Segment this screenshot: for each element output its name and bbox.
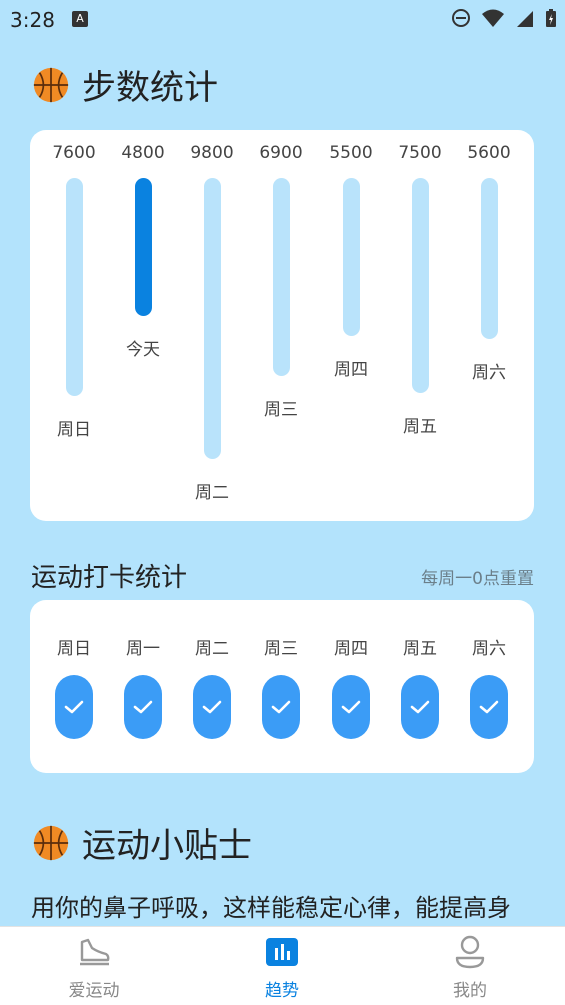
- checkin-done-badge[interactable]: [55, 675, 93, 739]
- steps-day-label: 周四: [334, 360, 368, 380]
- check-icon: [341, 700, 361, 714]
- checkin-done-badge[interactable]: [193, 675, 231, 739]
- checkin-reset-note: 每周一0点重置: [421, 569, 534, 589]
- steps-day-label: 今天: [126, 340, 160, 360]
- do-not-disturb-icon: [452, 9, 470, 27]
- check-icon: [410, 700, 430, 714]
- steps-day-label: 周六: [472, 363, 506, 383]
- wifi-icon: [482, 9, 504, 27]
- chart-icon: [266, 938, 298, 966]
- check-icon: [479, 700, 499, 714]
- steps-day-label: 周五: [403, 417, 437, 437]
- steps-value: 7600: [52, 143, 96, 163]
- checkin-done-badge[interactable]: [401, 675, 439, 739]
- status-time: 3:28: [10, 8, 55, 32]
- steps-bar: [273, 178, 290, 376]
- checkin-day-label: 周日: [57, 639, 91, 659]
- nav-label-sport: 爱运动: [68, 981, 120, 1001]
- checkin-day-label: 周四: [334, 639, 368, 659]
- steps-section-header: 步数统计: [32, 60, 218, 109]
- steps-value: 7500: [398, 143, 442, 163]
- basketball-icon: [33, 825, 69, 860]
- steps-value: 6900: [259, 143, 303, 163]
- status-bar: 3:28 A: [0, 0, 565, 38]
- steps-chart-card: 7600 周日 4800 今天 9800 周二 6900 周三 5500 周四 7500 周五 5600…: [30, 130, 534, 521]
- checkin-done-badge[interactable]: [470, 675, 508, 739]
- nav-label-trend: 趋势: [265, 981, 299, 1001]
- basketball-icon: [33, 67, 69, 102]
- check-icon: [64, 700, 84, 714]
- steps-bar: [343, 178, 360, 336]
- battery-icon: [546, 9, 556, 27]
- checkin-day-label: 周五: [403, 639, 437, 659]
- nav-label-me: 我的: [453, 981, 487, 1001]
- nav-item-sport[interactable]: 爱运动: [0, 927, 188, 1005]
- checkin-done-badge[interactable]: [332, 675, 370, 739]
- checkin-day-label: 周二: [195, 639, 229, 659]
- signal-icon: [517, 11, 533, 27]
- status-icons: [451, 8, 557, 28]
- steps-day-label: 周日: [57, 420, 91, 440]
- bottom-nav: 爱运动 趋势 我的: [0, 926, 565, 1005]
- steps-day-label: 周三: [264, 400, 298, 420]
- tips-section-header: 运动小贴士: [32, 818, 252, 867]
- checkin-day-label: 周一: [126, 639, 160, 659]
- steps-value: 9800: [190, 143, 234, 163]
- steps-title: 步数统计: [82, 68, 218, 108]
- check-icon: [202, 700, 222, 714]
- steps-value: 5500: [329, 143, 373, 163]
- checkin-title: 运动打卡统计: [31, 563, 188, 593]
- steps-bar: [481, 178, 498, 339]
- steps-day-label: 周二: [195, 483, 229, 503]
- checkin-done-badge[interactable]: [124, 675, 162, 739]
- nav-item-me[interactable]: 我的: [376, 927, 564, 1005]
- tip-text: 用你的鼻子呼吸，这样能稳定心律，能提高身: [31, 894, 511, 922]
- steps-bar: [412, 178, 429, 393]
- check-icon: [271, 700, 291, 714]
- shoe-icon: [80, 938, 110, 966]
- steps-bar: [204, 178, 221, 459]
- check-icon: [133, 700, 153, 714]
- tips-title: 运动小贴士: [82, 826, 252, 866]
- steps-value: 4800: [121, 143, 165, 163]
- checkin-done-badge[interactable]: [262, 675, 300, 739]
- notification-a-icon: A: [72, 11, 88, 27]
- steps-bar: [66, 178, 83, 396]
- steps-value: 5600: [467, 143, 511, 163]
- user-icon: [455, 935, 485, 969]
- checkin-day-label: 周三: [264, 639, 298, 659]
- nav-item-trend[interactable]: 趋势: [188, 927, 376, 1005]
- checkin-day-label: 周六: [472, 639, 506, 659]
- steps-bar-today: [135, 178, 152, 316]
